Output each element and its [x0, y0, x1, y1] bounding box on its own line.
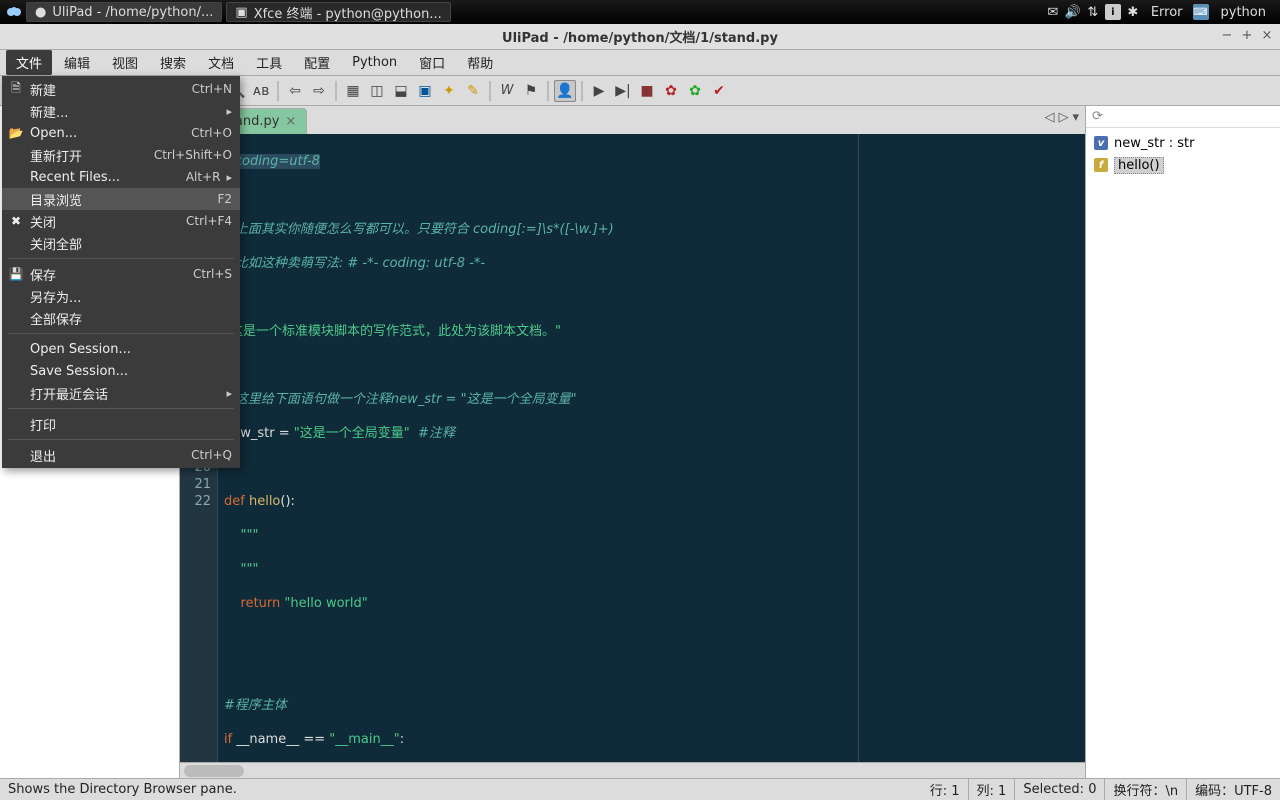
- taskbar-label: UliPad - /home/python/...: [52, 5, 213, 20]
- menu-item-recent-session[interactable]: 打开最近会话▸: [2, 382, 240, 404]
- variable-icon: v: [1094, 136, 1108, 150]
- menu-python[interactable]: Python: [342, 52, 407, 73]
- tb-wand-icon[interactable]: ✦: [438, 80, 460, 102]
- menu-window[interactable]: 窗口: [409, 50, 455, 75]
- tb-run-icon[interactable]: ▶: [588, 80, 610, 102]
- taskbar-label: Xfce 终端 - python@python...: [254, 3, 442, 22]
- tb-split-v-icon[interactable]: ⬓: [390, 80, 412, 102]
- menu-edit[interactable]: 编辑: [54, 50, 100, 75]
- status-row: 行: 1: [922, 779, 969, 800]
- status-col: 列: 1: [969, 779, 1016, 800]
- volume-icon[interactable]: 🔊: [1065, 4, 1081, 20]
- tab-menu-icon[interactable]: ▾: [1072, 110, 1079, 125]
- tb-brush-icon[interactable]: ✎: [462, 80, 484, 102]
- open-icon: 📂: [8, 125, 24, 141]
- window-title: UliPad - /home/python/文档/1/stand.py: [502, 27, 778, 46]
- status-encoding: 编码：UTF-8: [1187, 779, 1280, 800]
- menu-document[interactable]: 文档: [198, 50, 244, 75]
- tb-split-h-icon[interactable]: ◫: [366, 80, 388, 102]
- menu-config[interactable]: 配置: [294, 50, 340, 75]
- tb-window-icon[interactable]: ▦: [342, 80, 364, 102]
- outline-panel: ⟳ vnew_str : str fhello(): [1085, 106, 1280, 778]
- menu-item-save-all[interactable]: 全部保存: [2, 307, 240, 329]
- menu-item-new[interactable]: 🗎新建Ctrl+N: [2, 78, 240, 100]
- menu-item-dir-browser[interactable]: 目录浏览F2: [2, 188, 240, 210]
- window-titlebar: UliPad - /home/python/文档/1/stand.py − + …: [0, 24, 1280, 50]
- maximize-button[interactable]: +: [1240, 28, 1254, 42]
- app-icon: ●: [35, 5, 46, 20]
- tb-back-icon[interactable]: ⇦: [284, 80, 306, 102]
- outline-refresh-icon[interactable]: ⟳: [1092, 109, 1103, 124]
- menu-item-open-session[interactable]: Open Session...: [2, 338, 240, 360]
- tb-replace-icon[interactable]: ᴀʙ: [250, 80, 272, 102]
- menu-item-new-sub[interactable]: 新建...▸: [2, 100, 240, 122]
- status-bar: Shows the Directory Browser pane. 行: 1 列…: [0, 778, 1280, 800]
- menu-search[interactable]: 搜索: [150, 50, 196, 75]
- outline-var[interactable]: vnew_str : str: [1094, 132, 1272, 154]
- user-label[interactable]: python: [1213, 5, 1274, 20]
- tb-check-icon[interactable]: ⚑: [520, 80, 542, 102]
- info-icon[interactable]: i: [1105, 4, 1121, 20]
- code-content[interactable]: #coding=utf-8 #上面其实你随便怎么写都可以。只要符合 coding…: [218, 134, 1085, 762]
- new-icon: 🗎: [8, 81, 24, 97]
- outline-func[interactable]: fhello(): [1094, 154, 1272, 176]
- taskbar-item-ulipad[interactable]: ● UliPad - /home/python/...: [26, 2, 222, 22]
- tb-check2-icon[interactable]: ✔: [708, 80, 730, 102]
- tb-runto-icon[interactable]: ▶|: [612, 80, 634, 102]
- menu-file[interactable]: 文件: [6, 50, 52, 75]
- tb-stop-icon[interactable]: ■: [636, 80, 658, 102]
- tab-close-icon[interactable]: ×: [285, 114, 296, 129]
- bluetooth-icon[interactable]: ✱: [1125, 4, 1141, 20]
- close-button[interactable]: ×: [1260, 28, 1274, 42]
- menu-tools[interactable]: 工具: [246, 50, 292, 75]
- keyboard-icon[interactable]: ⌨: [1193, 4, 1209, 20]
- menu-item-close[interactable]: ✖关闭Ctrl+F4: [2, 210, 240, 232]
- close-icon: ✖: [8, 213, 24, 229]
- desktop-panel: ● UliPad - /home/python/... ▣ Xfce 终端 - …: [0, 0, 1280, 24]
- status-eol: 换行符：\n: [1105, 779, 1187, 800]
- save-icon: 💾: [8, 266, 24, 282]
- tb-bug1-icon[interactable]: ✿: [660, 80, 682, 102]
- editor-ruler: [858, 134, 859, 762]
- menu-item-exit[interactable]: 退出Ctrl+Q: [2, 444, 240, 466]
- xfce-menu-icon[interactable]: [6, 4, 22, 20]
- menu-help[interactable]: 帮助: [457, 50, 503, 75]
- code-editor[interactable]: 202122 #coding=utf-8 #上面其实你随便怎么写都可以。只要符合…: [180, 134, 1085, 762]
- status-selected: Selected: 0: [1015, 779, 1105, 800]
- editor-tabs: py stand.py× ◁ ▷ ▾: [180, 106, 1085, 134]
- horizontal-scrollbar[interactable]: [180, 762, 1085, 778]
- menu-item-save-as[interactable]: 另存为...: [2, 285, 240, 307]
- tb-bug2-icon[interactable]: ✿: [684, 80, 706, 102]
- menu-item-print[interactable]: 打印: [2, 413, 240, 435]
- tb-preview-icon[interactable]: 👤: [554, 80, 576, 102]
- menu-item-save[interactable]: 💾保存Ctrl+S: [2, 263, 240, 285]
- network-icon[interactable]: ⇅: [1085, 4, 1101, 20]
- menu-item-save-session[interactable]: Save Session...: [2, 360, 240, 382]
- menu-view[interactable]: 视图: [102, 50, 148, 75]
- menu-item-open[interactable]: 📂Open...Ctrl+O: [2, 122, 240, 144]
- tb-wrap-icon[interactable]: W: [496, 80, 518, 102]
- taskbar-item-terminal[interactable]: ▣ Xfce 终端 - python@python...: [226, 2, 450, 22]
- menubar: 文件 编辑 视图 搜索 文档 工具 配置 Python 窗口 帮助: [0, 50, 1280, 76]
- tb-fwd-icon[interactable]: ⇨: [308, 80, 330, 102]
- tb-shell-icon[interactable]: ▣: [414, 80, 436, 102]
- tab-next-icon[interactable]: ▷: [1058, 110, 1068, 125]
- menu-item-close-all[interactable]: 关闭全部: [2, 232, 240, 254]
- minimize-button[interactable]: −: [1220, 28, 1234, 42]
- status-message: Shows the Directory Browser pane.: [0, 782, 922, 797]
- function-icon: f: [1094, 158, 1108, 172]
- menu-item-recent[interactable]: Recent Files...Alt+R▸: [2, 166, 240, 188]
- menu-item-reopen[interactable]: 重新打开Ctrl+Shift+O: [2, 144, 240, 166]
- mail-icon[interactable]: ✉: [1045, 4, 1061, 20]
- error-label[interactable]: Error: [1145, 5, 1189, 20]
- file-menu-dropdown: 🗎新建Ctrl+N 新建...▸ 📂Open...Ctrl+O 重新打开Ctrl…: [2, 76, 240, 468]
- terminal-icon: ▣: [235, 5, 247, 20]
- tab-prev-icon[interactable]: ◁: [1044, 110, 1054, 125]
